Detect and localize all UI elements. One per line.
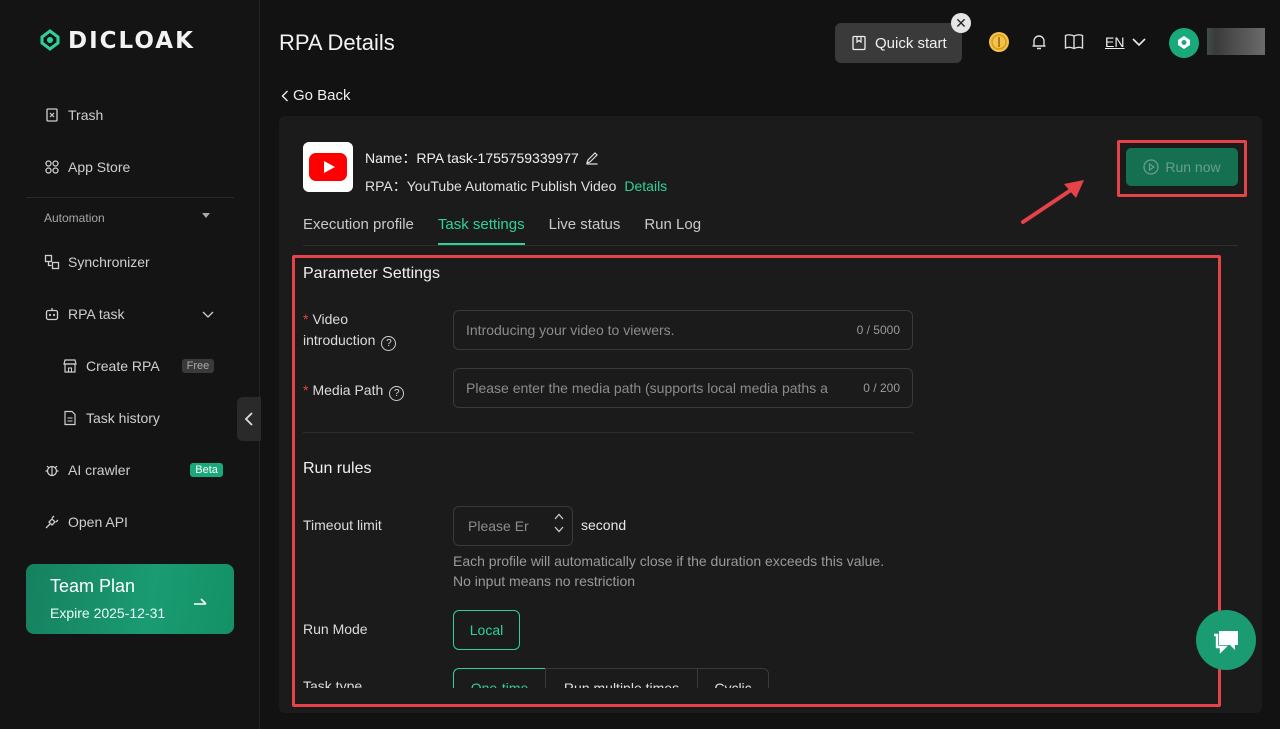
plan-title: Team Plan — [50, 576, 136, 596]
youtube-icon — [303, 142, 353, 192]
plug-icon — [45, 515, 59, 529]
highlight-box-parameters — [292, 255, 1221, 707]
details-link[interactable]: Details — [624, 178, 667, 194]
edit-pencil-icon[interactable] — [585, 151, 599, 165]
go-back-link[interactable]: Go Back — [281, 87, 351, 104]
quick-start-label: Quick start — [875, 34, 947, 52]
sidebar-item-open-api[interactable]: Open API — [44, 510, 128, 534]
chevron-left-icon — [244, 412, 253, 426]
tabs-divider — [303, 245, 1238, 246]
sidebar-item-label: Task history — [86, 410, 160, 426]
tab-bar: Execution profile Task settings Live sta… — [303, 216, 701, 245]
chat-support-button[interactable] — [1196, 610, 1256, 670]
sidebar-collapse-button[interactable] — [237, 397, 261, 441]
sidebar-item-task-history[interactable]: Task history — [62, 406, 160, 430]
sidebar-item-trash[interactable]: Trash — [44, 103, 103, 127]
user-name-redacted[interactable] — [1207, 28, 1265, 55]
sidebar-section-automation[interactable]: Automation — [44, 211, 105, 225]
sidebar-item-label: AI crawler — [68, 462, 131, 478]
quick-start-button[interactable]: Quick start — [835, 23, 962, 63]
trash-icon — [46, 108, 58, 122]
sidebar-divider — [26, 197, 234, 198]
page-title: RPA Details — [279, 30, 395, 55]
open-book-icon[interactable] — [1064, 32, 1084, 52]
task-rpa-text: RPA：YouTube Automatic Publish Video — [365, 178, 617, 194]
tab-task-settings[interactable]: Task settings — [437, 216, 525, 245]
arrow-right-icon — [194, 598, 207, 605]
team-plan-card[interactable]: Team Plan Expire 2025-12-31 — [26, 564, 234, 634]
sidebar: DICLOAK Trash App Store Automation Synch… — [0, 0, 260, 729]
sidebar-item-ai-crawler[interactable]: AI crawler Beta — [44, 458, 223, 482]
sidebar-item-label: Trash — [68, 107, 104, 123]
go-back-label: Go Back — [293, 87, 351, 104]
sidebar-item-label: RPA task — [68, 306, 125, 322]
tab-run-log[interactable]: Run Log — [644, 216, 701, 245]
sidebar-item-label: Create RPA — [86, 358, 160, 374]
language-selector[interactable]: EN — [1105, 34, 1147, 50]
language-label: EN — [1105, 34, 1125, 50]
bell-icon[interactable] — [1029, 32, 1049, 52]
robot-icon — [45, 308, 59, 321]
sidebar-item-create-rpa[interactable]: Create RPA Free — [62, 354, 215, 378]
task-name: Name：RPA task-1755759339977 — [365, 148, 599, 168]
plan-expire: Expire 2025-12-31 — [50, 605, 166, 621]
tab-live-status[interactable]: Live status — [549, 216, 621, 245]
app-store-icon — [45, 160, 59, 174]
caret-down-icon[interactable] — [202, 213, 210, 218]
highlight-box-run-now — [1117, 140, 1247, 197]
brand-logo[interactable]: DICLOAK — [38, 28, 195, 54]
sidebar-item-app-store[interactable]: App Store — [44, 155, 130, 179]
beta-badge: Beta — [190, 463, 223, 477]
document-icon — [64, 410, 76, 426]
brand-name: DICLOAK — [68, 28, 195, 54]
sidebar-item-label: Synchronizer — [68, 254, 150, 270]
book-icon — [852, 35, 866, 51]
tab-execution-profile[interactable]: Execution profile — [303, 216, 414, 245]
chevron-left-icon — [281, 90, 288, 101]
avatar[interactable] — [1169, 28, 1199, 58]
store-icon — [63, 359, 77, 373]
chat-icon — [1214, 631, 1238, 654]
sidebar-item-rpa-task[interactable]: RPA task — [44, 302, 216, 326]
task-rpa: RPA：YouTube Automatic Publish Video Detai… — [365, 176, 667, 196]
dicloak-logo-icon — [40, 29, 60, 51]
sidebar-item-label: App Store — [68, 159, 131, 175]
free-badge: Free — [181, 359, 215, 373]
coin-icon[interactable] — [987, 30, 1011, 54]
chevron-down-icon — [1132, 38, 1147, 47]
annotation-arrow — [1021, 180, 1084, 224]
bug-icon — [45, 465, 59, 477]
chevron-down-icon[interactable] — [200, 306, 216, 322]
task-name-text: Name：RPA task-1755759339977 — [365, 150, 579, 166]
sidebar-item-synchronizer[interactable]: Synchronizer — [44, 250, 150, 274]
user-icon — [1178, 36, 1190, 49]
sidebar-item-label: Open API — [68, 514, 128, 530]
synchronizer-icon — [44, 254, 60, 270]
close-icon[interactable]: ✕ — [951, 13, 971, 33]
